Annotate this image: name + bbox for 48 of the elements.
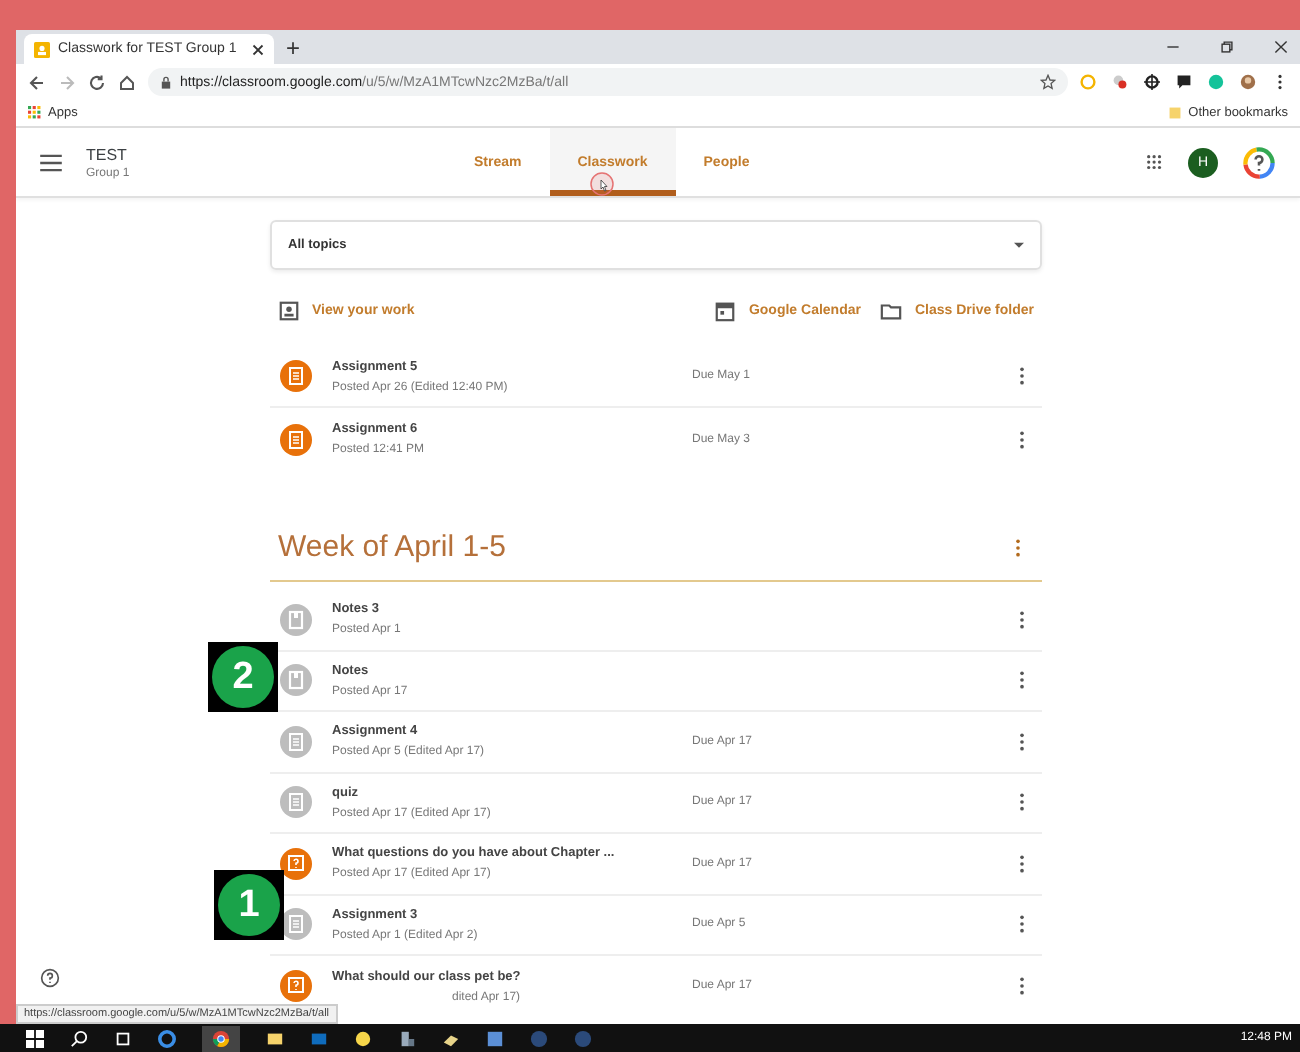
chat-extension-icon[interactable]: [1176, 74, 1192, 90]
star-icon[interactable]: [1040, 74, 1056, 90]
more-icon[interactable]: [1018, 429, 1026, 449]
more-icon[interactable]: [1272, 74, 1288, 90]
home-icon[interactable]: [118, 73, 136, 91]
apps-grid-icon: [28, 106, 42, 120]
reload-icon[interactable]: [88, 73, 106, 91]
target-extension-icon[interactable]: [1144, 74, 1160, 90]
more-icon[interactable]: [1018, 731, 1026, 752]
restore-icon[interactable]: [1220, 40, 1234, 54]
edge-icon[interactable]: [158, 1029, 176, 1047]
folder-icon: [1168, 106, 1183, 120]
more-icon[interactable]: [1018, 853, 1026, 874]
help-icon[interactable]: [1242, 145, 1276, 179]
more-icon[interactable]: [1018, 914, 1026, 935]
more-icon[interactable]: [1018, 976, 1026, 997]
badge-icon: [278, 299, 300, 321]
more-icon[interactable]: [1018, 609, 1026, 630]
step-marker: 1: [214, 870, 284, 940]
more-icon[interactable]: [1018, 366, 1026, 386]
classroom-favicon-icon: [34, 41, 50, 57]
folder-icon[interactable]: [266, 1029, 284, 1047]
more-icon[interactable]: [1018, 670, 1026, 691]
chrome-icon[interactable]: [202, 1025, 240, 1051]
new-tab-button[interactable]: +: [286, 34, 301, 62]
step-marker: 2: [208, 642, 278, 712]
minimize-icon[interactable]: [1166, 40, 1180, 54]
apps-grid-icon[interactable]: [1146, 153, 1164, 171]
help-icon[interactable]: [40, 968, 60, 988]
back-icon[interactable]: [28, 73, 46, 91]
close-icon[interactable]: [1274, 40, 1288, 54]
class-name: TEST: [86, 145, 129, 163]
calendar-icon: [714, 299, 737, 321]
folder-icon: [880, 299, 903, 321]
menu-icon[interactable]: [40, 153, 62, 171]
windows-start-icon[interactable]: [26, 1029, 44, 1047]
task-view-icon[interactable]: [114, 1029, 132, 1047]
more-icon[interactable]: [1018, 792, 1026, 813]
caret-icon: [1014, 241, 1024, 249]
record-extension-icon[interactable]: [1112, 74, 1128, 90]
topic-title: Week of April 1-5: [278, 530, 506, 564]
search-icon[interactable]: [70, 1029, 88, 1047]
close-icon[interactable]: [252, 43, 264, 55]
lock-icon: [160, 75, 172, 89]
click-highlight-icon: [590, 172, 614, 196]
mail-app-icon[interactable]: [310, 1029, 328, 1047]
computer-icon[interactable]: [398, 1029, 416, 1047]
profile-avatar-icon[interactable]: [1240, 74, 1256, 90]
